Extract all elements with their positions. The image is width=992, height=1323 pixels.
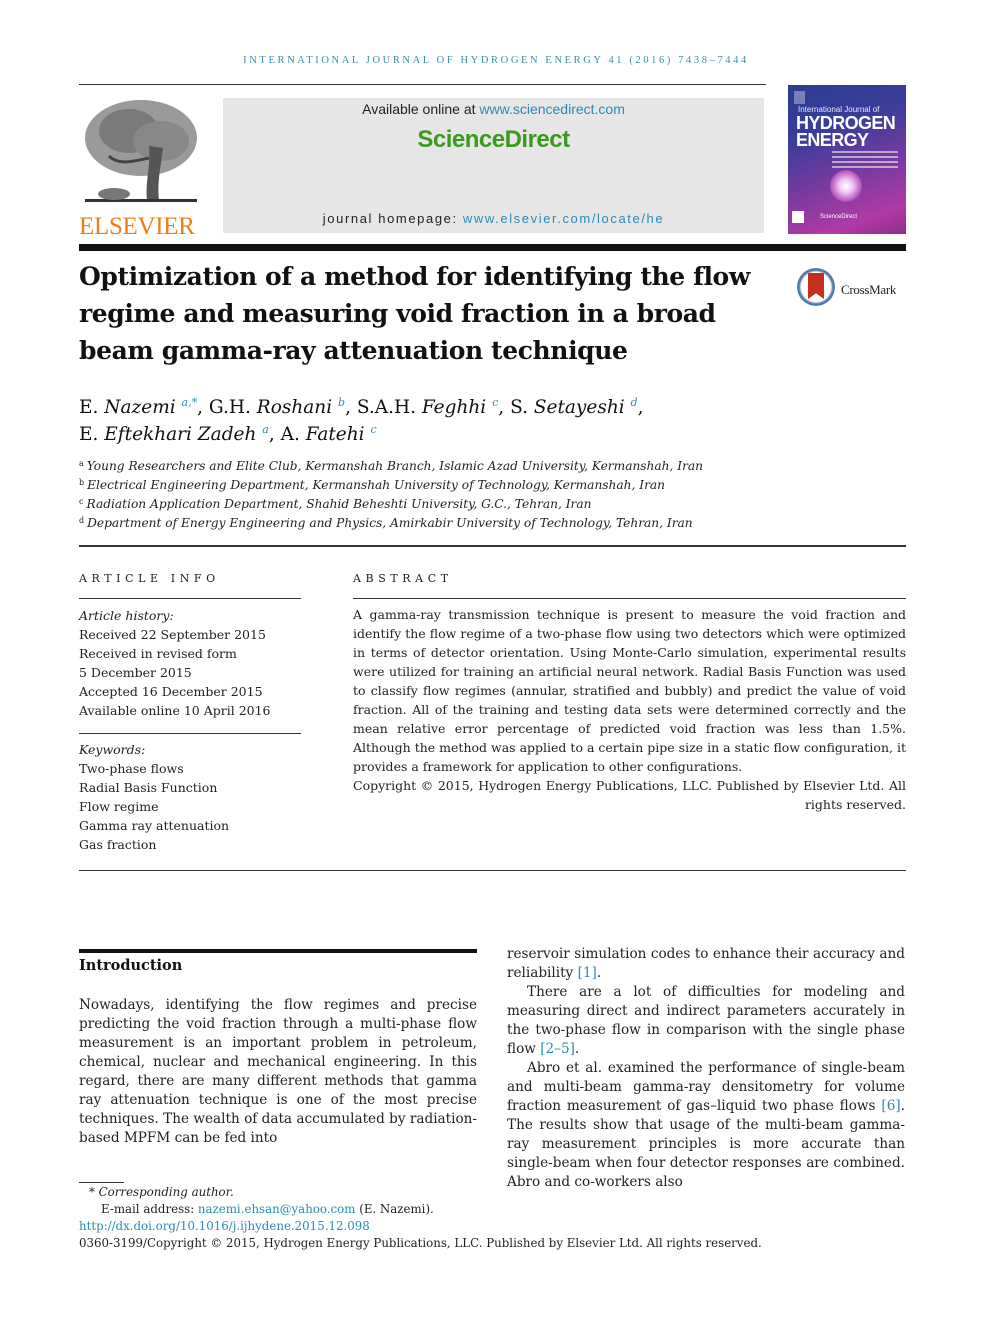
author-list: E. Nazemi a,*, G.H. Roshani b, S.A.H. Fe… (79, 396, 644, 445)
abstract-body: A gamma-ray transmission technique is pr… (353, 605, 906, 814)
keyword-item: Two-phase flows (79, 761, 184, 776)
cover-footer: ScienceDirect (820, 214, 858, 220)
keyword-item: Radial Basis Function (79, 780, 218, 795)
doi-line: http://dx.doi.org/10.1016/j.ijhydene.201… (79, 1218, 879, 1235)
running-header: INTERNATIONAL JOURNAL OF HYDROGEN ENERGY… (243, 55, 749, 66)
body-paragraph: Abro et al. examined the performance of … (507, 1060, 905, 1190)
keyword-item: Gas fraction (79, 837, 157, 852)
email-link[interactable]: nazemi.ehsan@yahoo.com (198, 1202, 356, 1216)
article-title: Optimization of a method for identifying… (79, 262, 750, 365)
citation-link[interactable]: [6] (881, 1098, 900, 1114)
elsevier-tree-icon (79, 96, 201, 209)
history-item: 5 December 2015 (79, 665, 192, 680)
footnote-divider (79, 1182, 124, 1183)
cover-publisher-icon (794, 91, 805, 104)
front-matter-divider (79, 870, 906, 871)
cover-logo-icon (792, 211, 804, 223)
keyword-item: Flow regime (79, 799, 159, 814)
doi-link[interactable]: http://dx.doi.org/10.1016/j.ijhydene.201… (79, 1219, 370, 1233)
section-divider (79, 949, 477, 953)
abstract-divider (353, 598, 906, 599)
crossmark-badge[interactable]: CrossMark (797, 268, 907, 308)
sciencedirect-banner: Available online at www.sciencedirect.co… (223, 98, 764, 233)
crossmark-label: CrossMark (841, 282, 897, 297)
author-affil-mark[interactable]: c (492, 396, 498, 409)
body-right-column: reservoir simulation codes to enhance th… (507, 945, 905, 1192)
affiliation-item: a Young Researchers and Elite Club, Kerma… (79, 459, 704, 473)
body-left-column: Nowadays, identifying the flow regimes a… (79, 996, 477, 1148)
author-name[interactable]: A. Fatehi (281, 424, 365, 445)
author-affil-mark[interactable]: c (370, 423, 376, 436)
keywords-divider (79, 733, 301, 734)
keywords-list: Keywords: Two-phase flows Radial Basis F… (79, 740, 309, 854)
keyword-item: Gamma ray attenuation (79, 818, 230, 833)
affiliation-item: c Radiation Application Department, Shahi… (79, 497, 592, 511)
history-item: Received in revised form (79, 646, 237, 661)
keywords-label: Keywords: (79, 742, 146, 757)
cover-editor-lines (832, 151, 898, 171)
journal-cover-image[interactable]: International Journal of HYDROGEN ENERGY… (788, 85, 906, 234)
elsevier-wordmark: ELSEVIER (79, 213, 195, 240)
cover-orb-graphic (830, 170, 862, 202)
author-affil-mark[interactable]: d (631, 396, 638, 409)
article-history: Article history: Received 22 September 2… (79, 606, 309, 720)
elsevier-logo[interactable]: ELSEVIER (79, 96, 201, 240)
author-name[interactable]: G.H. Roshani (209, 397, 332, 418)
author-name[interactable]: S. Setayeshi (510, 397, 625, 418)
cover-title-line2: ENERGY (796, 130, 869, 150)
history-item: Accepted 16 December 2015 (79, 684, 263, 699)
article-history-label: Article history: (79, 608, 174, 623)
affiliation-divider (79, 545, 906, 547)
journal-homepage-label: journal homepage: (322, 211, 458, 226)
sciencedirect-link[interactable]: www.sciencedirect.com (479, 101, 625, 117)
journal-homepage-line: journal homepage: www.elsevier.com/locat… (223, 211, 764, 226)
affiliation-item: b Electrical Engineering Department, Kerm… (79, 478, 666, 492)
author-name[interactable]: E. Nazemi (79, 397, 176, 418)
body-paragraph: There are a lot of difficulties for mode… (507, 984, 905, 1057)
body-paragraph: Nowadays, identifying the flow regimes a… (79, 997, 477, 1146)
cover-title: HYDROGEN ENERGY (796, 114, 896, 150)
affiliation-item: d Department of Energy Engineering and Ph… (79, 516, 693, 530)
citation-link[interactable]: [1] (578, 965, 597, 981)
abstract-copyright: Copyright © 2015, Hydrogen Energy Public… (353, 778, 906, 812)
available-online-line: Available online at www.sciencedirect.co… (223, 101, 764, 117)
available-online-label: Available online at (362, 101, 476, 117)
article-info-heading: ARTICLE INFO (79, 572, 220, 585)
introduction-heading: Introduction (79, 957, 183, 974)
issn-copyright: 0360-3199/Copyright © 2015, Hydrogen Ene… (79, 1236, 762, 1250)
author-name[interactable]: S.A.H. Feghhi (357, 397, 486, 418)
author-name[interactable]: E. Eftekhari Zadeh (79, 424, 256, 445)
abstract-heading: ABSTRACT (353, 572, 453, 585)
author-affil-mark[interactable]: a,* (182, 396, 198, 409)
history-item: Available online 10 April 2016 (79, 703, 271, 718)
corresponding-author-note: * Corresponding author. (89, 1185, 234, 1199)
header-divider (79, 84, 766, 85)
footnotes: * Corresponding author. E-mail address: … (79, 1184, 879, 1252)
author-affil-mark[interactable]: a (262, 423, 269, 436)
affiliation-list: a Young Researchers and Elite Club, Kerma… (79, 457, 799, 533)
body-paragraph: reservoir simulation codes to enhance th… (507, 946, 905, 981)
sciencedirect-logo[interactable]: ScienceDirect (223, 126, 764, 154)
banner-divider (79, 244, 906, 251)
article-info-divider (79, 598, 301, 599)
journal-homepage-link[interactable]: www.elsevier.com/locate/he (463, 211, 664, 226)
email-note: E-mail address: nazemi.ehsan@yahoo.com (… (101, 1202, 434, 1216)
abstract-text: A gamma-ray transmission technique is pr… (353, 607, 906, 774)
history-item: Received 22 September 2015 (79, 627, 266, 642)
citation-link[interactable]: [2–5] (540, 1041, 575, 1057)
author-affil-mark[interactable]: b (338, 396, 345, 409)
